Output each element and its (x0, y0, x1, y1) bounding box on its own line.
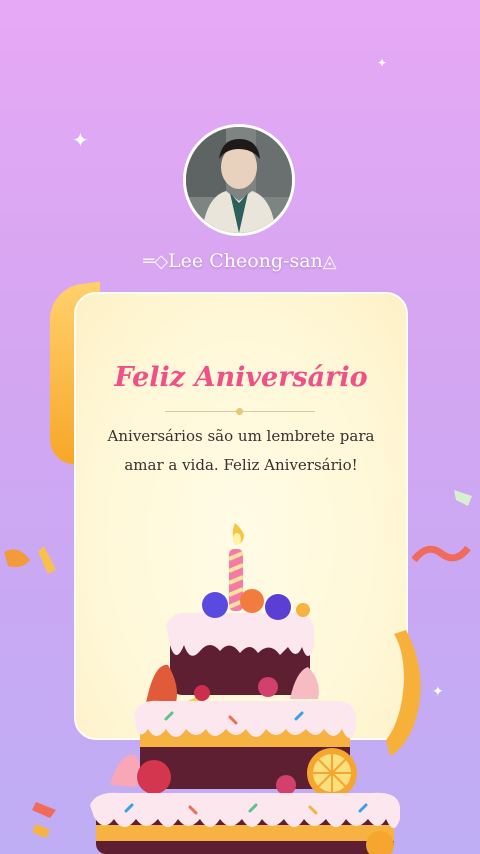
sparkle-icon: ✦ (377, 56, 388, 70)
profile-name: Lee Cheong-san (168, 250, 323, 272)
confetti-icon (454, 490, 472, 506)
card-title: Feliz Aniversário (114, 362, 368, 393)
confetti-icon (4, 546, 56, 574)
divider-ornament (236, 408, 243, 415)
confetti-icon (412, 545, 471, 563)
confetti-icon (32, 802, 56, 838)
dash-lines-icon: ═◇ (143, 250, 169, 272)
profile-name-row: ═◇ Lee Cheong-san ◬ (0, 247, 480, 275)
sparkle-icon: ✦ (72, 128, 89, 152)
avatar-photo (186, 127, 292, 233)
triangle-outline-icon: ◬ (322, 250, 337, 272)
avatar (183, 124, 295, 236)
card-message: Aniversários são um lembrete para amar a… (107, 427, 375, 474)
birthday-cake-icon (90, 523, 400, 854)
